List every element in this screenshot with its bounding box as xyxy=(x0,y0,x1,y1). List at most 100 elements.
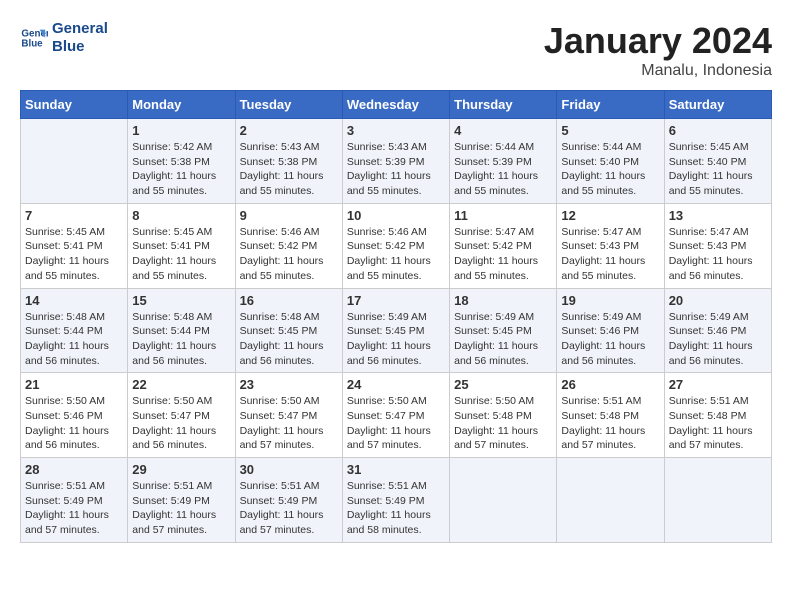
logo-line1: General xyxy=(52,20,108,38)
day-number: 1 xyxy=(132,123,230,138)
day-info: Sunrise: 5:50 AM Sunset: 5:47 PM Dayligh… xyxy=(240,394,338,453)
day-number: 22 xyxy=(132,377,230,392)
calendar-week-row: 14 Sunrise: 5:48 AM Sunset: 5:44 PM Dayli… xyxy=(21,288,772,373)
calendar-cell: 1 Sunrise: 5:42 AM Sunset: 5:38 PM Daylig… xyxy=(128,119,235,204)
calendar-cell: 10Sunrise: 5:46 AM Sunset: 5:42 PM Dayli… xyxy=(342,203,449,288)
day-number: 9 xyxy=(240,208,338,223)
calendar-cell: 24Sunrise: 5:50 AM Sunset: 5:47 PM Dayli… xyxy=(342,373,449,458)
day-header-tuesday: Tuesday xyxy=(235,91,342,119)
day-header-thursday: Thursday xyxy=(450,91,557,119)
day-number: 18 xyxy=(454,293,552,308)
day-info: Sunrise: 5:51 AM Sunset: 5:48 PM Dayligh… xyxy=(669,394,767,453)
day-info: Sunrise: 5:45 AM Sunset: 5:41 PM Dayligh… xyxy=(25,225,123,284)
day-info: Sunrise: 5:49 AM Sunset: 5:45 PM Dayligh… xyxy=(454,310,552,369)
day-header-friday: Friday xyxy=(557,91,664,119)
logo: General Blue General Blue xyxy=(20,20,108,56)
day-info: Sunrise: 5:48 AM Sunset: 5:44 PM Dayligh… xyxy=(132,310,230,369)
day-number: 31 xyxy=(347,462,445,477)
calendar-cell xyxy=(21,119,128,204)
calendar-cell: 17 Sunrise: 5:49 AM Sunset: 5:45 PM Dayli… xyxy=(342,288,449,373)
calendar-cell: 19Sunrise: 5:49 AM Sunset: 5:46 PM Dayli… xyxy=(557,288,664,373)
day-info: Sunrise: 5:50 AM Sunset: 5:47 PM Dayligh… xyxy=(132,394,230,453)
calendar-cell: 20Sunrise: 5:49 AM Sunset: 5:46 PM Dayli… xyxy=(664,288,771,373)
calendar-cell: 3 Sunrise: 5:43 AM Sunset: 5:39 PM Daylig… xyxy=(342,119,449,204)
day-number: 26 xyxy=(561,377,659,392)
day-number: 27 xyxy=(669,377,767,392)
calendar-cell: 31Sunrise: 5:51 AM Sunset: 5:49 PM Dayli… xyxy=(342,458,449,543)
day-number: 7 xyxy=(25,208,123,223)
day-header-wednesday: Wednesday xyxy=(342,91,449,119)
day-info: Sunrise: 5:43 AM Sunset: 5:39 PM Dayligh… xyxy=(347,140,445,199)
title-section: January 2024 Manalu, Indonesia xyxy=(544,20,772,80)
day-number: 17 xyxy=(347,293,445,308)
calendar-cell: 21 Sunrise: 5:50 AM Sunset: 5:46 PM Dayli… xyxy=(21,373,128,458)
day-number: 3 xyxy=(347,123,445,138)
day-info: Sunrise: 5:45 AM Sunset: 5:41 PM Dayligh… xyxy=(132,225,230,284)
day-number: 28 xyxy=(25,462,123,477)
calendar-cell: 2Sunrise: 5:43 AM Sunset: 5:38 PM Daylig… xyxy=(235,119,342,204)
day-number: 30 xyxy=(240,462,338,477)
logo-line2: Blue xyxy=(52,38,108,56)
day-info: Sunrise: 5:44 AM Sunset: 5:40 PM Dayligh… xyxy=(561,140,659,199)
day-info: Sunrise: 5:47 AM Sunset: 5:42 PM Dayligh… xyxy=(454,225,552,284)
day-number: 13 xyxy=(669,208,767,223)
day-info: Sunrise: 5:47 AM Sunset: 5:43 PM Dayligh… xyxy=(669,225,767,284)
calendar-cell: 13 Sunrise: 5:47 AM Sunset: 5:43 PM Dayli… xyxy=(664,203,771,288)
day-info: Sunrise: 5:51 AM Sunset: 5:49 PM Dayligh… xyxy=(240,479,338,538)
day-info: Sunrise: 5:49 AM Sunset: 5:45 PM Dayligh… xyxy=(347,310,445,369)
header: General Blue General Blue January 2024 M… xyxy=(20,20,772,80)
logo-icon: General Blue xyxy=(20,24,48,52)
calendar-cell: 8 Sunrise: 5:45 AM Sunset: 5:41 PM Daylig… xyxy=(128,203,235,288)
calendar-cell: 25 Sunrise: 5:50 AM Sunset: 5:48 PM Dayli… xyxy=(450,373,557,458)
calendar-week-row: 7 Sunrise: 5:45 AM Sunset: 5:41 PM Daylig… xyxy=(21,203,772,288)
day-info: Sunrise: 5:42 AM Sunset: 5:38 PM Dayligh… xyxy=(132,140,230,199)
day-info: Sunrise: 5:49 AM Sunset: 5:46 PM Dayligh… xyxy=(561,310,659,369)
day-info: Sunrise: 5:46 AM Sunset: 5:42 PM Dayligh… xyxy=(347,225,445,284)
calendar-table: SundayMondayTuesdayWednesdayThursdayFrid… xyxy=(20,90,772,543)
day-header-sunday: Sunday xyxy=(21,91,128,119)
day-number: 4 xyxy=(454,123,552,138)
calendar-header-row: SundayMondayTuesdayWednesdayThursdayFrid… xyxy=(21,91,772,119)
day-info: Sunrise: 5:51 AM Sunset: 5:48 PM Dayligh… xyxy=(561,394,659,453)
calendar-cell: 30 Sunrise: 5:51 AM Sunset: 5:49 PM Dayli… xyxy=(235,458,342,543)
calendar-cell: 22 Sunrise: 5:50 AM Sunset: 5:47 PM Dayli… xyxy=(128,373,235,458)
day-number: 5 xyxy=(561,123,659,138)
calendar-cell: 5 Sunrise: 5:44 AM Sunset: 5:40 PM Daylig… xyxy=(557,119,664,204)
day-header-saturday: Saturday xyxy=(664,91,771,119)
day-info: Sunrise: 5:50 AM Sunset: 5:48 PM Dayligh… xyxy=(454,394,552,453)
calendar-cell: 7 Sunrise: 5:45 AM Sunset: 5:41 PM Daylig… xyxy=(21,203,128,288)
day-info: Sunrise: 5:47 AM Sunset: 5:43 PM Dayligh… xyxy=(561,225,659,284)
day-number: 16 xyxy=(240,293,338,308)
day-info: Sunrise: 5:48 AM Sunset: 5:45 PM Dayligh… xyxy=(240,310,338,369)
calendar-cell: 26 Sunrise: 5:51 AM Sunset: 5:48 PM Dayli… xyxy=(557,373,664,458)
calendar-cell: 14 Sunrise: 5:48 AM Sunset: 5:44 PM Dayli… xyxy=(21,288,128,373)
day-number: 29 xyxy=(132,462,230,477)
svg-text:Blue: Blue xyxy=(21,38,43,49)
day-number: 21 xyxy=(25,377,123,392)
day-info: Sunrise: 5:45 AM Sunset: 5:40 PM Dayligh… xyxy=(669,140,767,199)
day-number: 23 xyxy=(240,377,338,392)
day-number: 14 xyxy=(25,293,123,308)
day-number: 12 xyxy=(561,208,659,223)
day-number: 8 xyxy=(132,208,230,223)
calendar-cell: 6Sunrise: 5:45 AM Sunset: 5:40 PM Daylig… xyxy=(664,119,771,204)
calendar-cell: 23 Sunrise: 5:50 AM Sunset: 5:47 PM Dayli… xyxy=(235,373,342,458)
calendar-cell: 28 Sunrise: 5:51 AM Sunset: 5:49 PM Dayli… xyxy=(21,458,128,543)
day-info: Sunrise: 5:48 AM Sunset: 5:44 PM Dayligh… xyxy=(25,310,123,369)
day-info: Sunrise: 5:50 AM Sunset: 5:46 PM Dayligh… xyxy=(25,394,123,453)
calendar-cell xyxy=(664,458,771,543)
calendar-cell xyxy=(557,458,664,543)
calendar-week-row: 28 Sunrise: 5:51 AM Sunset: 5:49 PM Dayli… xyxy=(21,458,772,543)
calendar-cell: 27 Sunrise: 5:51 AM Sunset: 5:48 PM Dayli… xyxy=(664,373,771,458)
calendar-cell: 11Sunrise: 5:47 AM Sunset: 5:42 PM Dayli… xyxy=(450,203,557,288)
day-number: 25 xyxy=(454,377,552,392)
day-header-monday: Monday xyxy=(128,91,235,119)
day-number: 2 xyxy=(240,123,338,138)
day-number: 24 xyxy=(347,377,445,392)
day-info: Sunrise: 5:51 AM Sunset: 5:49 PM Dayligh… xyxy=(25,479,123,538)
calendar-cell: 4Sunrise: 5:44 AM Sunset: 5:39 PM Daylig… xyxy=(450,119,557,204)
day-number: 15 xyxy=(132,293,230,308)
calendar-cell: 16 Sunrise: 5:48 AM Sunset: 5:45 PM Dayli… xyxy=(235,288,342,373)
calendar-cell: 18 Sunrise: 5:49 AM Sunset: 5:45 PM Dayli… xyxy=(450,288,557,373)
calendar-week-row: 1 Sunrise: 5:42 AM Sunset: 5:38 PM Daylig… xyxy=(21,119,772,204)
